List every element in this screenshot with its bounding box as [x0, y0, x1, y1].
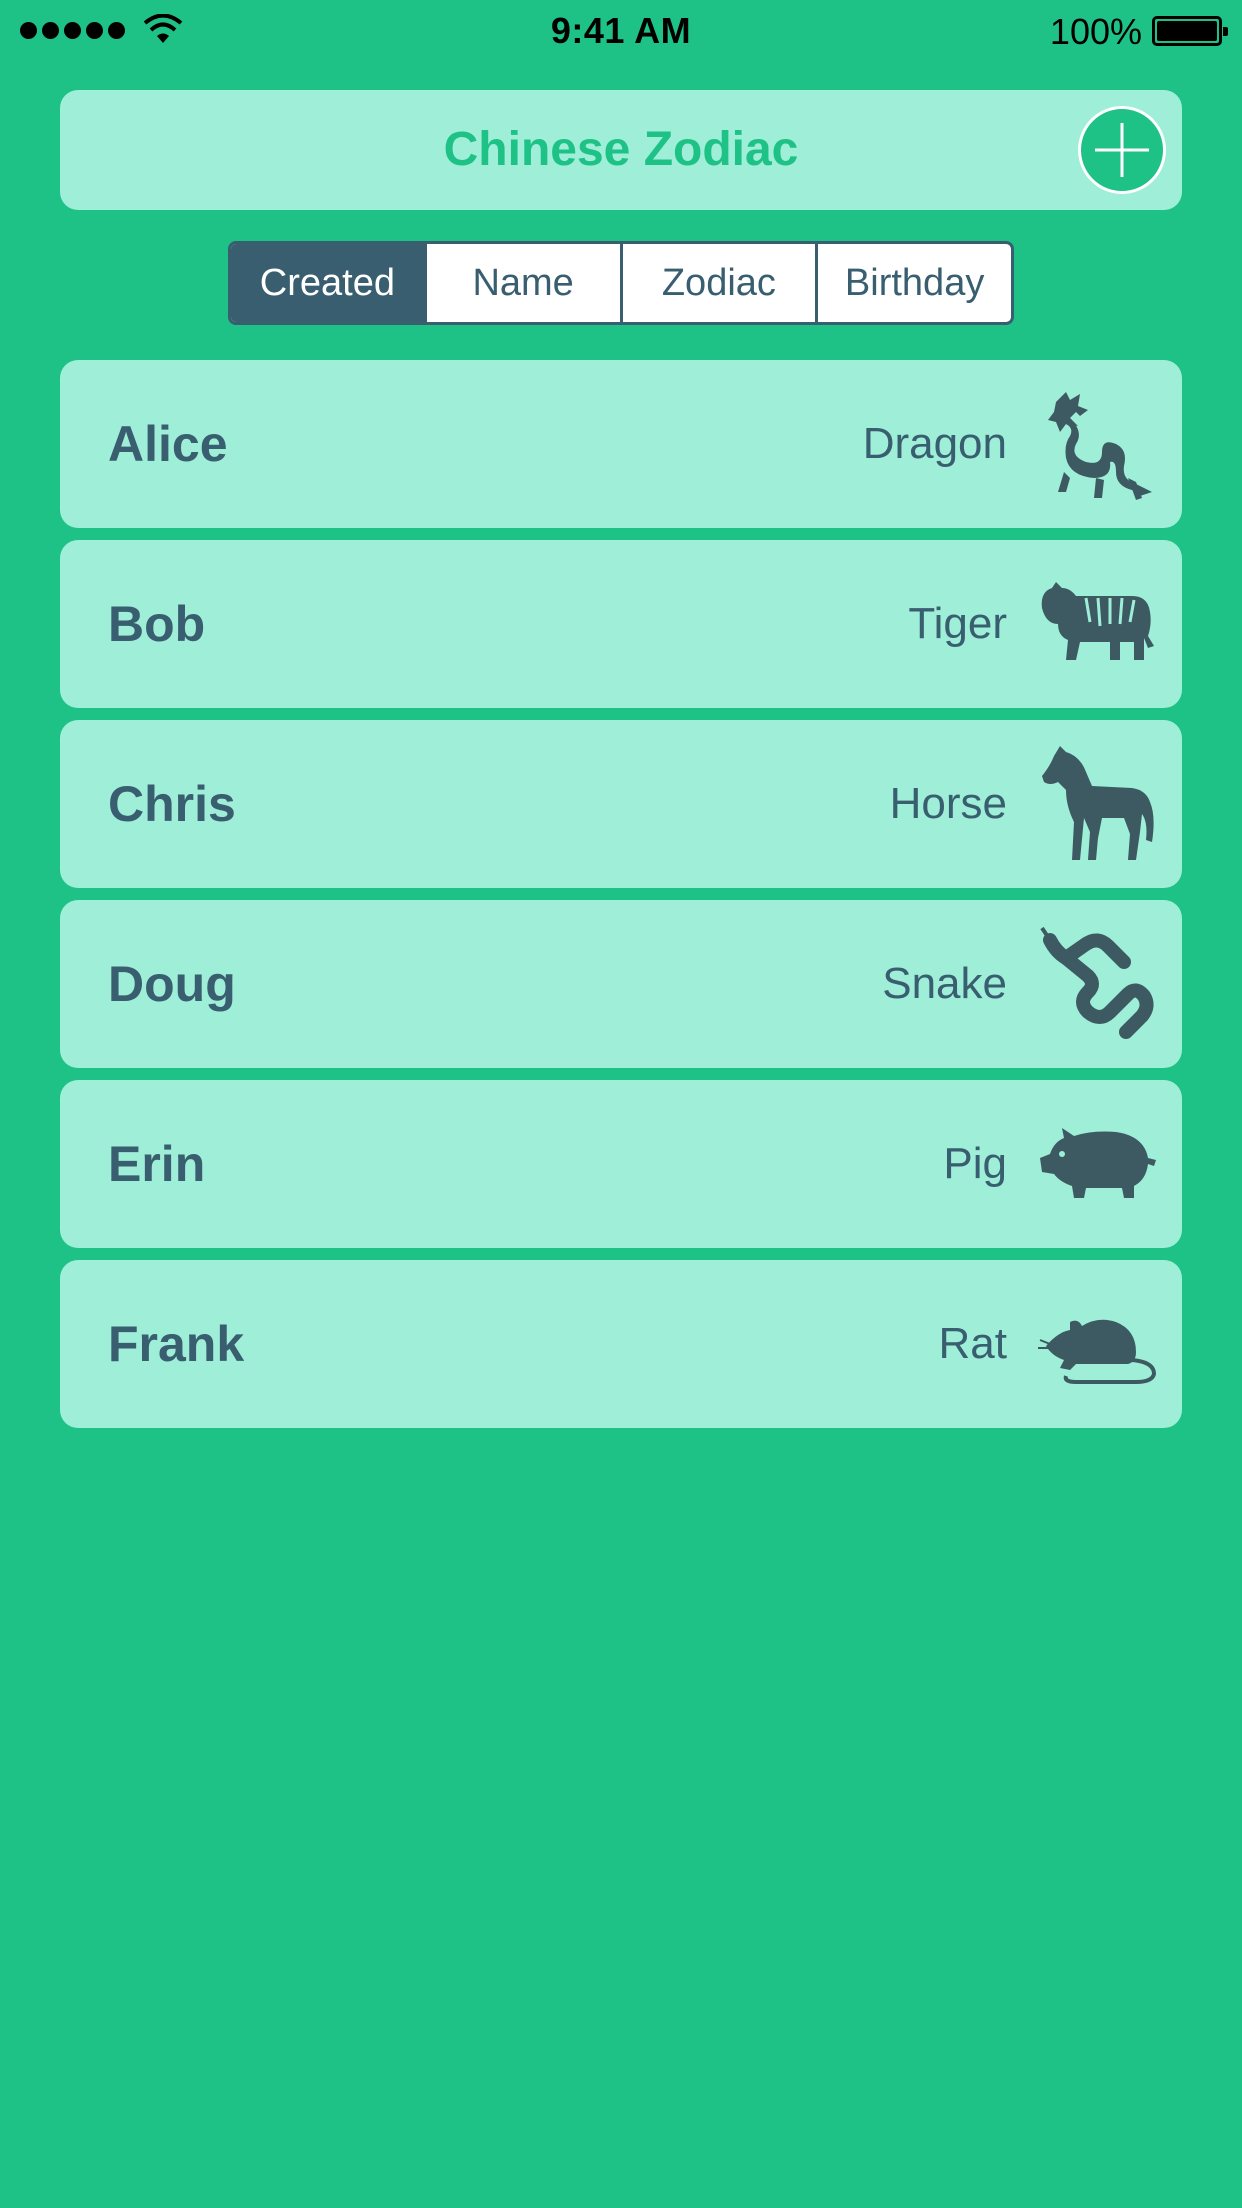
- tiger-icon: [1036, 562, 1160, 686]
- zodiac-label: Horse: [889, 779, 1007, 828]
- list-item[interactable]: Erin Pig: [60, 1080, 1182, 1248]
- rat-icon: [1036, 1282, 1160, 1406]
- list-item[interactable]: Frank Rat: [60, 1260, 1182, 1428]
- list-item[interactable]: Bob Tiger: [60, 540, 1182, 708]
- page-title: Chinese Zodiac: [443, 123, 799, 176]
- zodiac-label: Rat: [938, 1319, 1007, 1368]
- person-name: Bob: [108, 596, 206, 652]
- zodiac-label: Dragon: [862, 419, 1007, 468]
- tab-zodiac[interactable]: Zodiac: [619, 244, 816, 322]
- list-item[interactable]: Doug Snake: [60, 900, 1182, 1068]
- person-name: Chris: [108, 776, 236, 832]
- battery-percent: 100%: [1049, 11, 1142, 52]
- person-name: Alice: [108, 416, 228, 472]
- person-name: Doug: [108, 956, 236, 1012]
- person-name: Erin: [108, 1136, 206, 1192]
- tab-name[interactable]: Name: [423, 244, 620, 322]
- list-item[interactable]: Alice Dragon: [60, 360, 1182, 528]
- snake-icon: [1036, 922, 1160, 1046]
- zodiac-label: Tiger: [908, 599, 1007, 648]
- add-button[interactable]: [1078, 106, 1166, 194]
- list-item[interactable]: Chris Horse: [60, 720, 1182, 888]
- tab-created[interactable]: Created: [231, 244, 424, 322]
- plus-icon: [1095, 123, 1149, 177]
- person-name: Frank: [108, 1316, 245, 1372]
- zodiac-label: Snake: [882, 959, 1007, 1008]
- status-bar: 9:41 AM 100%: [0, 0, 1242, 60]
- app-header: Chinese Zodiac: [60, 90, 1182, 210]
- zodiac-label: Pig: [943, 1139, 1007, 1188]
- dragon-icon: [1036, 382, 1160, 506]
- pig-icon: [1036, 1102, 1160, 1226]
- horse-icon: [1036, 742, 1160, 866]
- battery-icon: [1152, 16, 1228, 46]
- people-list: Alice Dragon Bob Tiger Chris Horse Doug …: [60, 360, 1182, 1440]
- sort-segmented-control: Created Name Zodiac Birthday: [228, 241, 1014, 325]
- tab-birthday[interactable]: Birthday: [815, 244, 1011, 322]
